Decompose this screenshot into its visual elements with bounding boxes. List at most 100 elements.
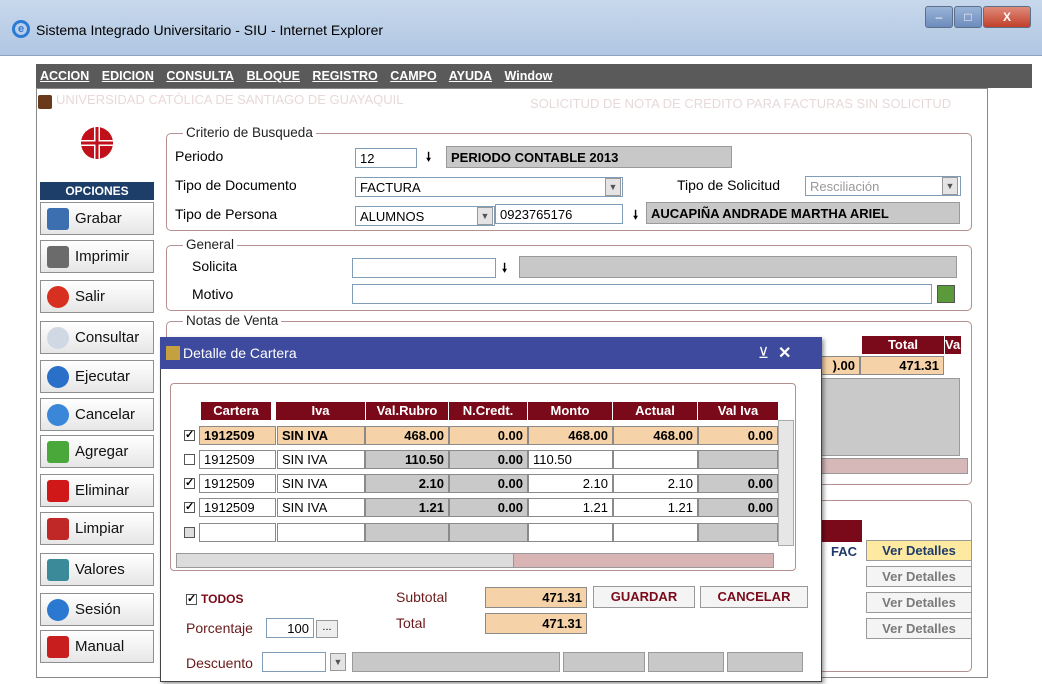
row-3-monto[interactable]: 2.10 [528, 474, 613, 493]
descuento-field-2 [563, 652, 645, 672]
row-3-actual[interactable]: 2.10 [613, 474, 698, 493]
minimize-button[interactable]: – [925, 6, 953, 28]
maximize-button[interactable]: □ [954, 6, 982, 28]
row-2-monto[interactable]: 110.50 [528, 450, 613, 469]
periodo-input[interactable]: 12 [355, 148, 417, 168]
valores-button[interactable]: Valores [40, 553, 154, 586]
row-2-ncredt[interactable]: 0.00 [449, 450, 528, 469]
row-4-val-rubro[interactable]: 1.21 [365, 498, 449, 517]
row-5-cartera[interactable] [199, 523, 276, 542]
row-3-val-iva[interactable]: 0.00 [698, 474, 778, 493]
row-2-checkbox[interactable] [184, 454, 195, 465]
cartera-vscrollbar[interactable] [778, 420, 794, 546]
row-4-actual[interactable]: 1.21 [613, 498, 698, 517]
notas-cell[interactable]: ).00 [816, 356, 860, 375]
row-1-val-iva[interactable]: 0.00 [698, 426, 778, 445]
row-5-val-iva[interactable] [698, 523, 778, 542]
row-5-monto[interactable] [528, 523, 613, 542]
menu-accion[interactable]: ACCION [40, 69, 89, 83]
porcentaje-ellipsis-button[interactable]: ... [316, 620, 338, 638]
consultar-button[interactable]: Consultar [40, 321, 154, 354]
cancelar-button[interactable]: CANCELAR [700, 586, 808, 608]
solicita-input[interactable] [352, 258, 496, 278]
menu-consulta[interactable]: CONSULTA [166, 69, 234, 83]
menu-campo[interactable]: CAMPO [390, 69, 437, 83]
descuento-input[interactable] [262, 652, 326, 672]
row-2-actual[interactable] [613, 450, 698, 469]
menu-ayuda[interactable]: AYUDA [449, 69, 492, 83]
row-5-actual[interactable] [613, 523, 698, 542]
limpiar-button[interactable]: Limpiar [40, 512, 154, 545]
row-2-val-iva[interactable] [698, 450, 778, 469]
menu-registro[interactable]: REGISTRO [312, 69, 377, 83]
menu-edicion[interactable]: EDICION [102, 69, 154, 83]
tipo-solicitud-select[interactable]: Resciliación [805, 176, 961, 196]
chevron-down-icon[interactable]: ▼ [477, 207, 493, 225]
persona-id-input[interactable]: 0923765176 [495, 204, 623, 224]
subtotal-label: Subtotal [396, 589, 448, 605]
row-3-cartera[interactable]: 1912509 [199, 474, 276, 493]
solicita-lov-icon[interactable]: 🠗 [502, 259, 507, 280]
chevron-down-icon[interactable]: ▼ [605, 178, 621, 196]
row-5-val-rubro[interactable] [365, 523, 449, 542]
ver-detalles-button-4[interactable]: Ver Detalles [866, 618, 972, 639]
row-1-cartera[interactable]: 1912509 [199, 426, 276, 445]
row-1-monto[interactable]: 468.00 [528, 426, 613, 445]
menu-window[interactable]: Window [505, 69, 553, 83]
row-4-checkbox[interactable]: ✓ [184, 502, 195, 513]
row-5-checkbox[interactable] [184, 527, 195, 538]
row-1-val-rubro[interactable]: 468.00 [365, 426, 449, 445]
row-4-cartera[interactable]: 1912509 [199, 498, 276, 517]
ver-detalles-button-3[interactable]: Ver Detalles [866, 592, 972, 613]
row-4-monto[interactable]: 1.21 [528, 498, 613, 517]
motivo-input[interactable] [352, 284, 932, 304]
grabar-button[interactable]: Grabar [40, 202, 154, 235]
sesion-button[interactable]: Sesión [40, 593, 154, 626]
ejecutar-button[interactable]: Ejecutar [40, 360, 154, 393]
dialog-close-icon[interactable]: ✕ [778, 343, 791, 363]
row-3-checkbox[interactable]: ✓ [184, 478, 195, 489]
row-5-iva[interactable] [277, 523, 365, 542]
dialog-titlebar: Detalle de Cartera ⊻ ✕ [160, 337, 822, 369]
row-3-iva[interactable]: SIN IVA [277, 474, 365, 493]
row-2-cartera[interactable]: 1912509 [199, 450, 276, 469]
row-3-ncredt[interactable]: 0.00 [449, 474, 528, 493]
menu-bloque[interactable]: BLOQUE [246, 69, 299, 83]
row-5-ncredt[interactable] [449, 523, 528, 542]
row-4-ncredt[interactable]: 0.00 [449, 498, 528, 517]
chevron-down-icon[interactable]: ▼ [942, 177, 958, 195]
agregar-button[interactable]: Agregar [40, 435, 154, 468]
tipo-persona-select[interactable]: ALUMNOS [355, 206, 495, 226]
persona-lov-icon[interactable]: 🠗 [633, 206, 638, 227]
cartera-hscroll-thumb[interactable] [176, 553, 514, 568]
col-actual: Actual [613, 402, 697, 420]
row-2-iva[interactable]: SIN IVA [277, 450, 365, 469]
row-1-actual[interactable]: 468.00 [613, 426, 698, 445]
row-1-ncredt[interactable]: 0.00 [449, 426, 528, 445]
cancelar-sidebar-button[interactable]: Cancelar [40, 398, 154, 431]
ver-detalles-button-1[interactable]: Ver Detalles [866, 540, 972, 561]
close-button[interactable]: X [983, 6, 1031, 28]
ver-detalles-button-2[interactable]: Ver Detalles [866, 566, 972, 587]
eliminar-button[interactable]: Eliminar [40, 474, 154, 507]
salir-button[interactable]: Salir [40, 280, 154, 313]
periodo-lov-icon[interactable]: 🠗 [426, 148, 431, 169]
edit-text-icon[interactable] [937, 285, 955, 303]
row-4-iva[interactable]: SIN IVA [277, 498, 365, 517]
todos-checkbox[interactable]: ✓ [186, 594, 197, 605]
descuento-lov-icon[interactable]: ▼ [330, 653, 346, 671]
tipo-documento-select[interactable]: FACTURA [355, 177, 623, 197]
notas-total-cell[interactable]: 471.31 [860, 356, 944, 375]
manual-button[interactable]: Manual [40, 630, 154, 663]
porcentaje-input[interactable]: 100 [266, 618, 314, 638]
guardar-button[interactable]: GUARDAR [593, 586, 695, 608]
solicita-label: Solicita [192, 258, 238, 274]
row-1-iva[interactable]: SIN IVA [277, 426, 365, 445]
row-3-val-rubro[interactable]: 2.10 [365, 474, 449, 493]
imprimir-button[interactable]: Imprimir [40, 240, 154, 273]
row-4-val-iva[interactable]: 0.00 [698, 498, 778, 517]
dialog-minimize-icon[interactable]: ⊻ [758, 344, 769, 362]
row-1-checkbox[interactable]: ✓ [184, 430, 195, 441]
row-2-val-rubro[interactable]: 110.50 [365, 450, 449, 469]
notas-hscrollbar[interactable] [818, 458, 968, 474]
